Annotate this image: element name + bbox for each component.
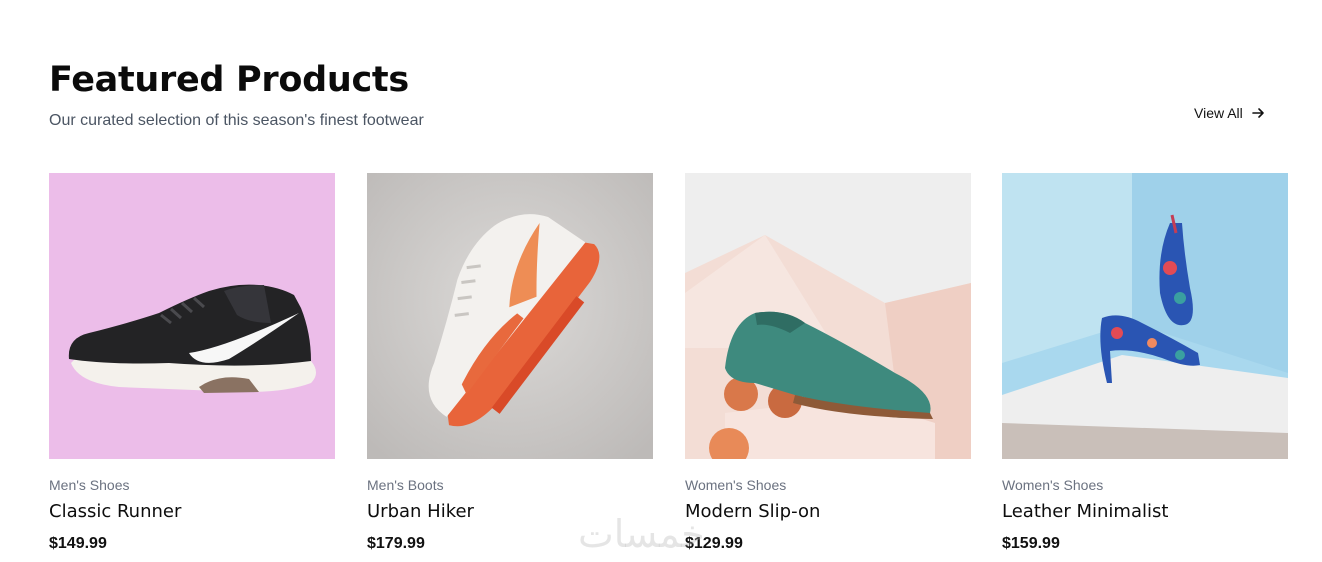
product-price: $159.99 — [1002, 535, 1060, 552]
featured-products-section: Featured Products Our curated selection … — [0, 0, 1322, 562]
product-price: $149.99 — [49, 535, 107, 552]
product-name[interactable]: Modern Slip-on — [685, 501, 820, 522]
section-title: Featured Products — [49, 60, 409, 100]
arrow-right-icon — [1251, 106, 1265, 120]
product-image[interactable] — [49, 173, 335, 459]
product-category: Women's Shoes — [1002, 477, 1104, 493]
watermark-logo: خمسات — [578, 512, 705, 556]
view-all-label: View All — [1194, 105, 1243, 121]
product-card[interactable]: Men's Boots Urban Hiker $179.99 — [367, 173, 653, 558]
product-image[interactable] — [685, 173, 971, 459]
teal-shoe-image — [685, 173, 971, 459]
product-name[interactable]: Leather Minimalist — [1002, 501, 1168, 522]
product-category: Men's Boots — [367, 477, 444, 493]
product-category: Women's Shoes — [685, 477, 787, 493]
product-card[interactable]: Women's Shoes Modern Slip-on $129.99 — [685, 173, 971, 558]
product-image[interactable] — [367, 173, 653, 459]
product-category: Men's Shoes — [49, 477, 130, 493]
product-price: $179.99 — [367, 535, 425, 552]
product-name[interactable]: Classic Runner — [49, 501, 181, 522]
product-image[interactable] — [1002, 173, 1288, 459]
product-card[interactable]: Men's Shoes Classic Runner $149.99 — [49, 173, 335, 558]
product-card[interactable]: Women's Shoes Leather Minimalist $159.99 — [1002, 173, 1288, 558]
product-name[interactable]: Urban Hiker — [367, 501, 474, 522]
floral-heels-image — [1002, 173, 1288, 459]
black-sneaker-image — [49, 173, 335, 459]
orange-sneaker-image — [367, 173, 653, 459]
view-all-link[interactable]: View All — [1194, 104, 1265, 122]
section-subtitle: Our curated selection of this season's f… — [49, 112, 424, 129]
